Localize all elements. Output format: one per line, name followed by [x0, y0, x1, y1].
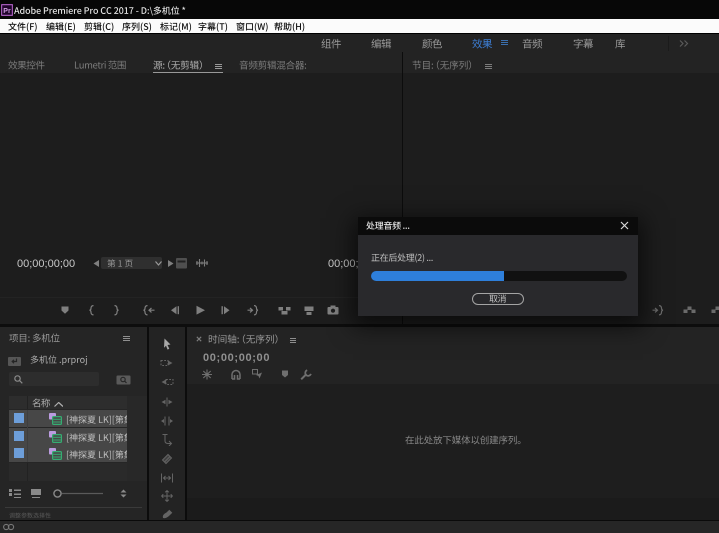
svg-text:Pr: Pr [3, 8, 11, 15]
